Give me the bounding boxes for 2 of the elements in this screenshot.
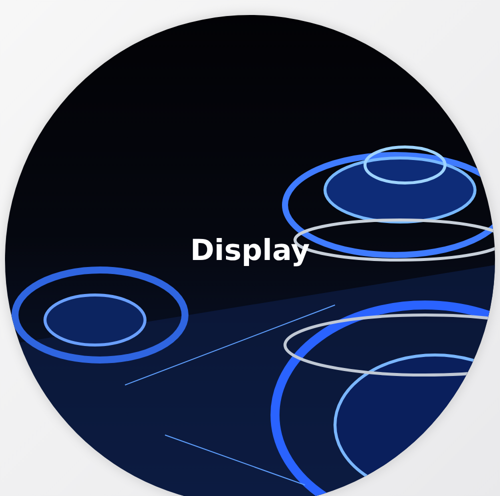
card-title: Display [190, 233, 310, 267]
circle-card[interactable]: Display [5, 15, 495, 496]
